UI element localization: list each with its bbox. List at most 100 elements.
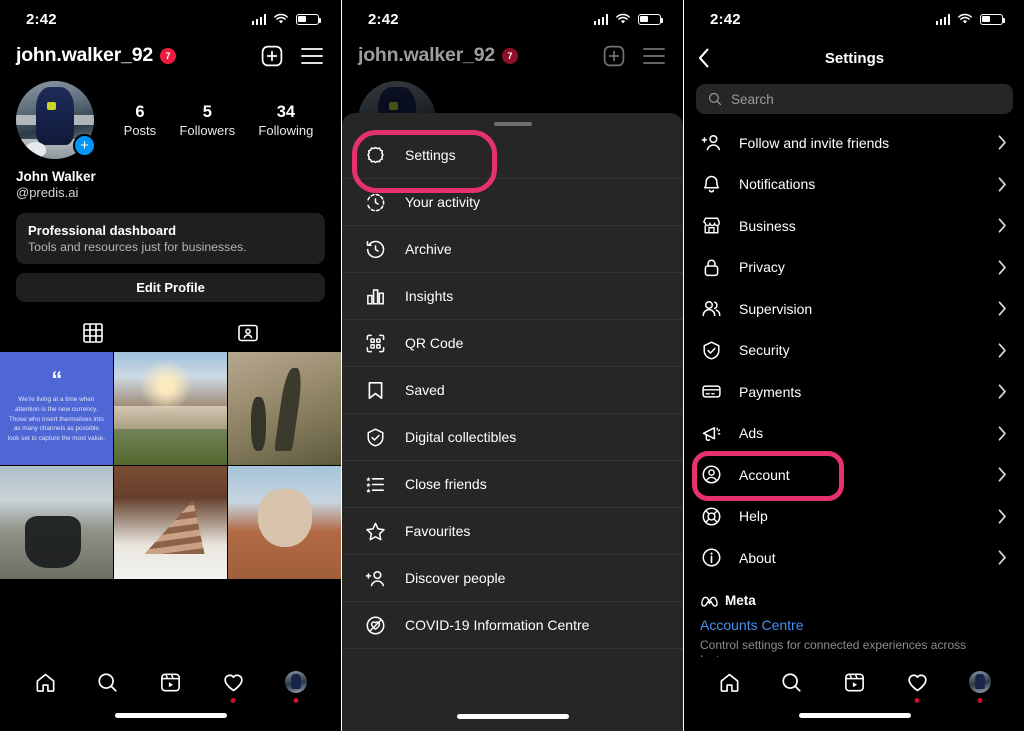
menu-item-qr-code[interactable]: QR Code [342,320,683,367]
home-icon [720,673,739,692]
menu-item-saved[interactable]: Saved [342,367,683,414]
avatar-icon [284,671,307,693]
cellular-signal-icon [251,13,266,25]
settings-list: Follow and invite friends Notifications … [684,122,1024,579]
grid-post-quote[interactable]: “ We're living at a time when attention … [0,352,113,465]
settings-item-label: Account [739,466,790,483]
settings-item-business[interactable]: Business [684,205,1024,247]
settings-item-about[interactable]: About [684,537,1024,579]
heart-icon [223,673,243,691]
motorcycle-mountain-photo [0,466,113,579]
professional-dashboard-card[interactable]: Professional dashboard Tools and resourc… [16,213,325,264]
shield-check-icon [364,426,386,448]
chevron-right-icon [998,177,1007,192]
megaphone-icon [700,422,722,444]
stat-posts[interactable]: 6 Posts [124,102,157,138]
meta-brand: Meta [700,593,1009,608]
grid-post-photo[interactable] [0,466,113,579]
search-tab[interactable] [774,667,810,697]
menu-item-favourites[interactable]: Favourites [342,508,683,555]
cellular-signal-icon [593,13,608,25]
profile-handle: @predis.ai [16,185,79,200]
tab-grid[interactable] [16,315,171,352]
menu-item-your-activity[interactable]: Your activity [342,179,683,226]
back-chevron-icon[interactable] [698,48,710,68]
menu-item-covid-information-centre[interactable]: COVID-19 Information Centre [342,602,683,649]
search-placeholder: Search [731,91,774,107]
panel-settings: 2:42 Settings Search Follow and invite f… [684,0,1024,731]
menu-item-discover-people[interactable]: Discover people [342,555,683,602]
covid-info-icon [364,614,386,636]
settings-item-account[interactable]: Account [684,454,1024,496]
wifi-icon [274,13,288,24]
menu-item-label: Settings [405,147,456,163]
stat-value: 5 [202,103,212,122]
bookmark-icon [364,379,386,401]
profile-tab[interactable] [278,667,314,703]
plus-square-icon[interactable] [261,45,283,67]
settings-item-label: Privacy [739,259,785,276]
panel-side-menu-drawer: 2:42 john.walker_92 7 Settings Your acti… [342,0,683,731]
profile-tab[interactable] [962,667,998,703]
battery-icon [638,13,664,25]
stat-value: 34 [276,103,296,122]
reels-tab[interactable] [836,667,872,697]
edit-profile-button[interactable]: Edit Profile [16,273,325,302]
shield-check-icon [700,339,722,361]
accounts-centre-link[interactable]: Accounts Centre [700,617,1009,633]
settings-header: Settings [684,38,1024,78]
grid-post-photo[interactable] [228,466,341,579]
quote-text: We're living at a time when attention is… [7,395,105,443]
settings-item-privacy[interactable]: Privacy [684,247,1024,289]
settings-item-help[interactable]: Help [684,496,1024,538]
home-tab[interactable] [27,667,63,697]
add-to-story-plus-icon[interactable]: + [73,134,96,157]
settings-item-follow-and-invite-friends[interactable]: Follow and invite friends [684,122,1024,164]
status-bar: 2:42 [684,0,1024,38]
search-tab[interactable] [90,667,126,697]
avatar-and-stats: + 6 Posts 5 Followers 34 Following [16,81,325,159]
grid-post-photo[interactable] [114,466,227,579]
avatar[interactable]: + [16,81,96,159]
qr-code-icon [364,332,386,354]
activity-tab[interactable] [215,667,251,703]
meta-brand-label: Meta [725,592,756,608]
grid-post-photo[interactable] [114,352,227,465]
menu-item-archive[interactable]: Archive [342,226,683,273]
settings-item-label: Business [739,217,796,234]
menu-drawer: Settings Your activity Archive Insights [342,113,683,731]
settings-item-supervision[interactable]: Supervision [684,288,1024,330]
search-input[interactable]: Search [696,84,1013,114]
storefront-icon [700,215,722,237]
profile-unread-dot [977,698,983,703]
settings-item-label: Supervision [739,300,813,317]
hamburger-menu-icon[interactable] [301,47,323,65]
home-indicator-bar [456,714,569,719]
username-block[interactable]: john.walker_92 7 [16,44,177,67]
stat-following[interactable]: 34 Following [258,102,313,138]
settings-item-label: About [739,549,776,566]
profile-header: john.walker_92 7 [0,38,341,71]
activity-tab[interactable] [899,667,935,703]
home-tab[interactable] [711,667,747,697]
menu-item-settings[interactable]: Settings [342,132,683,179]
wifi-icon [958,13,972,24]
settings-item-notifications[interactable]: Notifications [684,164,1024,206]
menu-item-close-friends[interactable]: Close friends [342,461,683,508]
battery-icon [980,13,1006,25]
reels-tab[interactable] [152,667,188,697]
settings-item-payments[interactable]: Payments [684,371,1024,413]
stat-followers[interactable]: 5 Followers [179,102,235,138]
bottom-navigation [0,657,341,731]
lock-icon [700,256,722,278]
settings-item-ads[interactable]: Ads [684,413,1024,455]
grid-post-photo[interactable] [228,352,341,465]
settings-item-security[interactable]: Security [684,330,1024,372]
tab-tagged[interactable] [171,315,326,352]
cellular-signal-icon [935,13,950,25]
hamburger-menu-icon [643,47,665,65]
menu-item-insights[interactable]: Insights [342,273,683,320]
menu-item-label: Your activity [405,194,480,210]
drawer-grabber-handle[interactable] [493,122,532,126]
menu-item-digital-collectibles[interactable]: Digital collectibles [342,414,683,461]
